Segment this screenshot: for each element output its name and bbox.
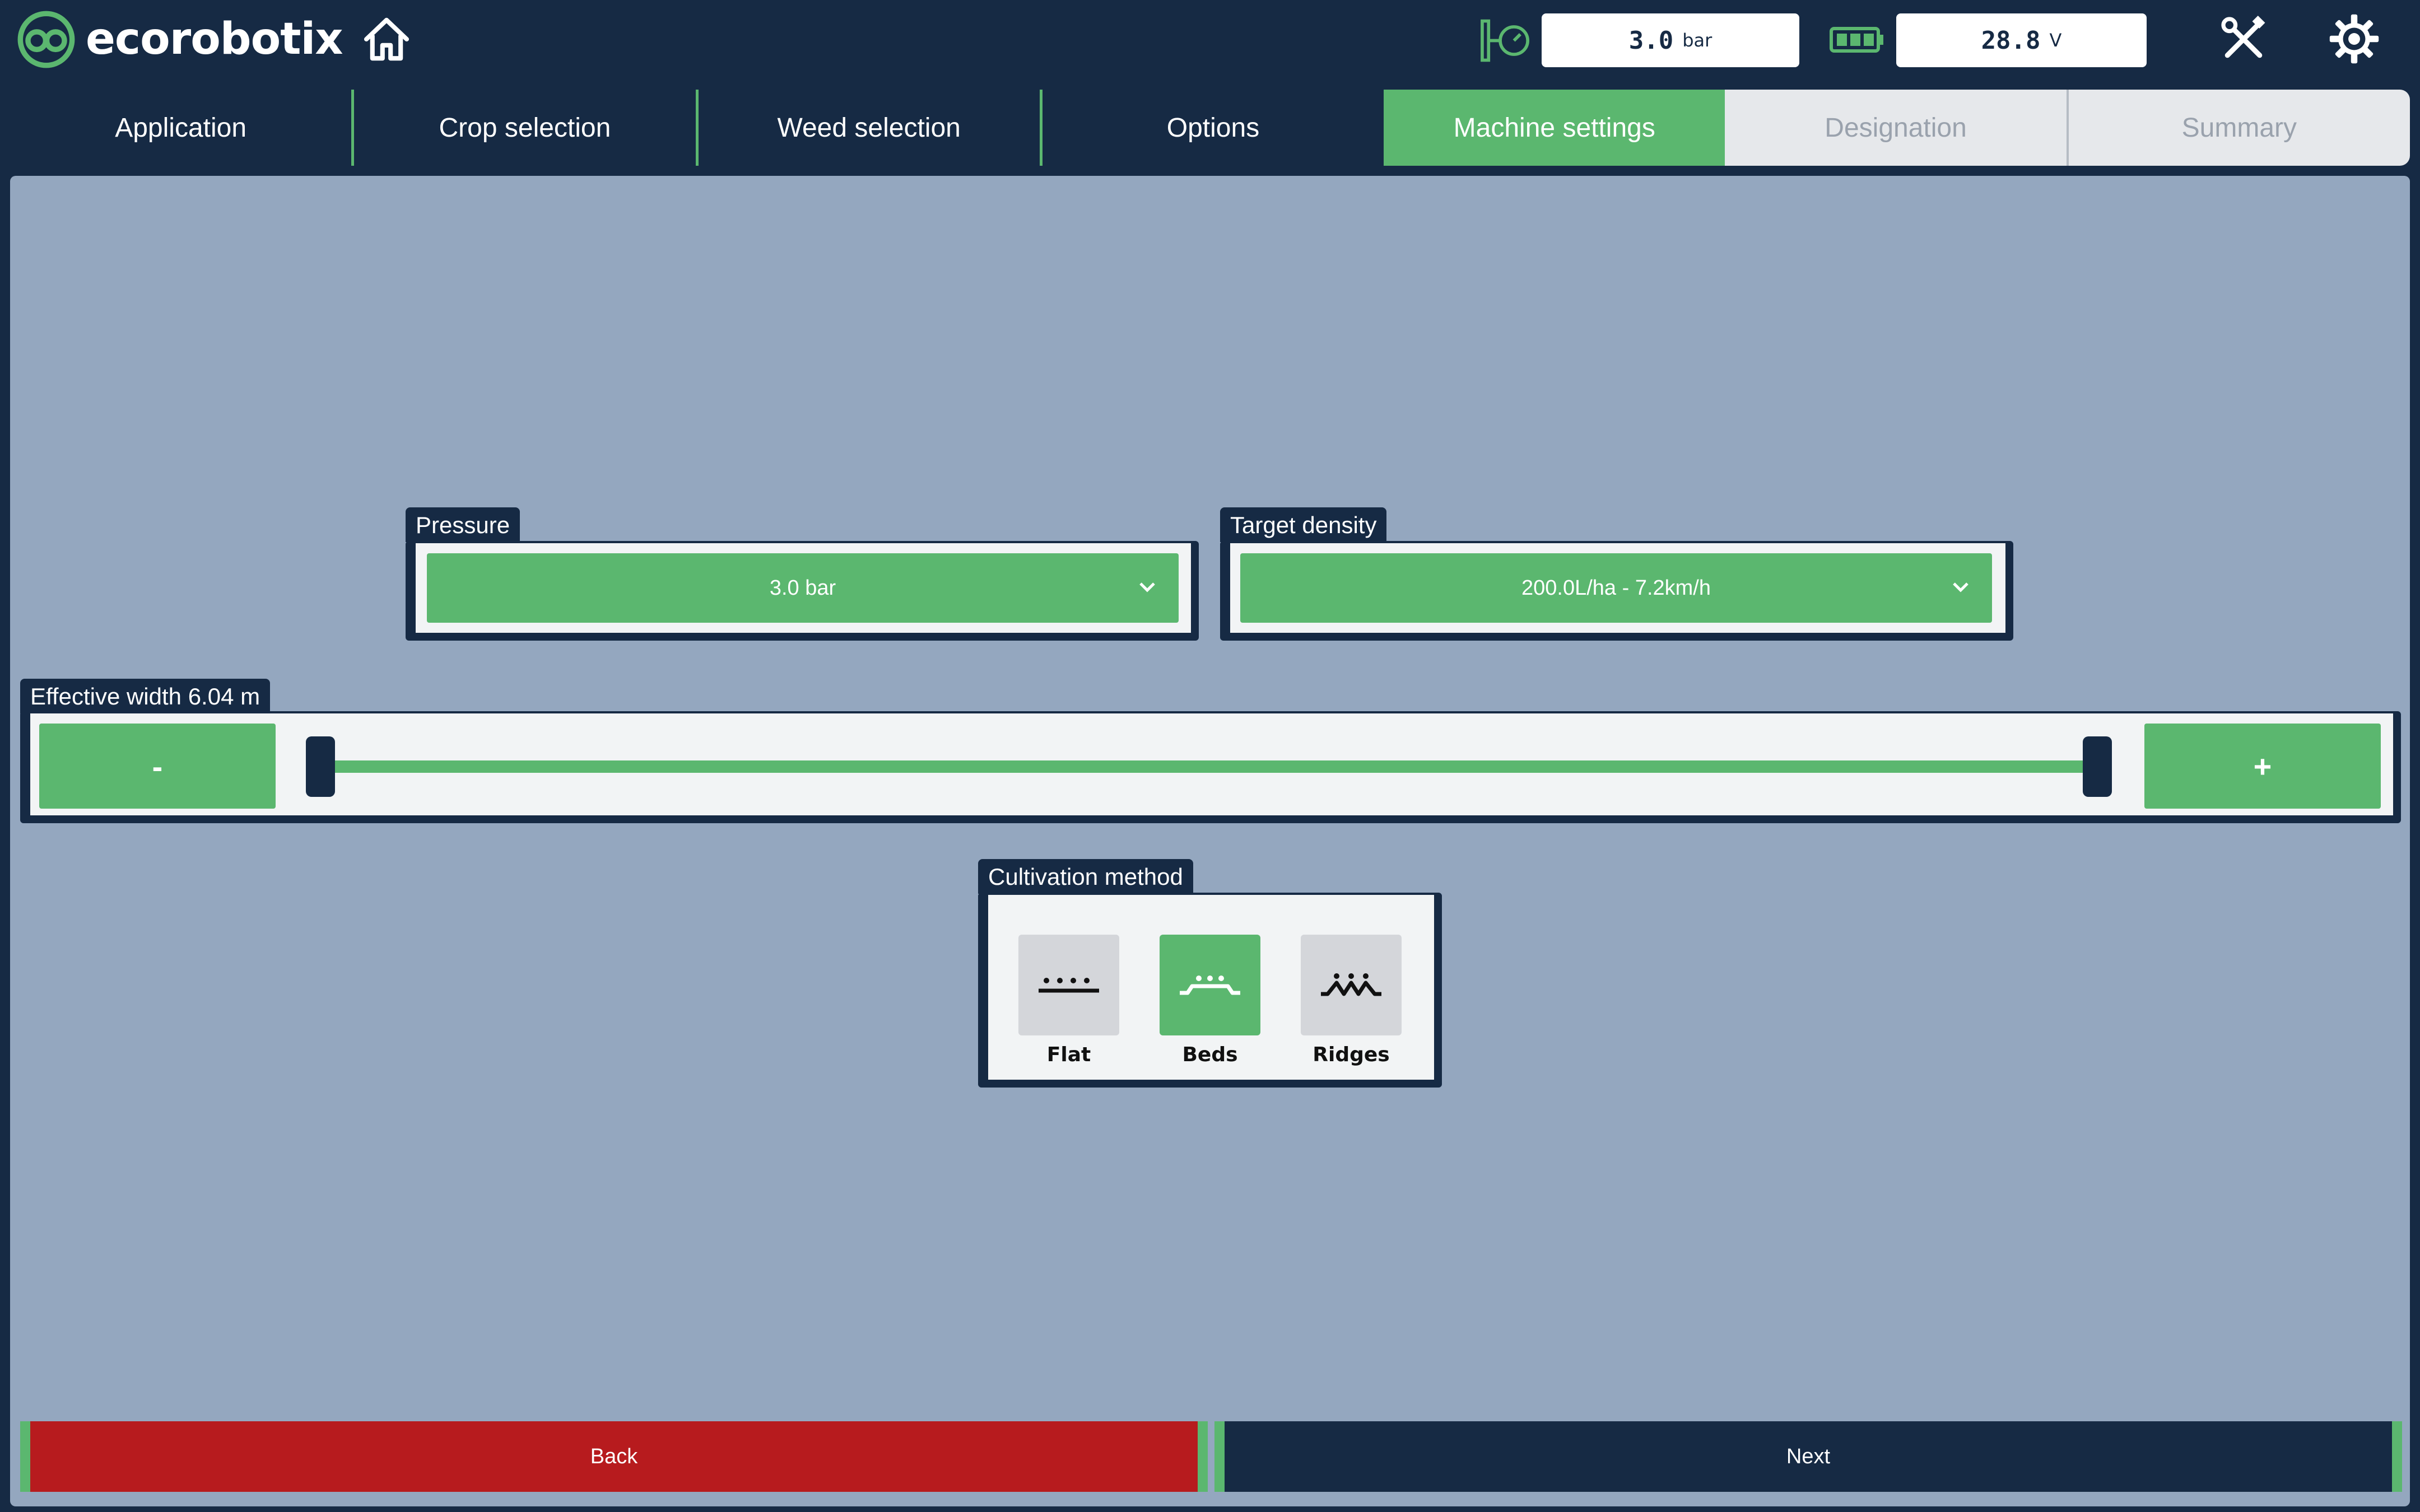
tab-summary: Summary: [2068, 90, 2410, 166]
flat-field-icon: [1039, 978, 1099, 993]
tab-label: Crop selection: [439, 113, 611, 143]
battery-icon: [1830, 27, 1883, 53]
width-range-track[interactable]: [322, 760, 2109, 773]
increase-width-button[interactable]: +: [2144, 724, 2381, 809]
cultivation-option-ridges[interactable]: Ridges: [1301, 935, 1402, 1066]
pressure-readout-unit: bar: [1682, 30, 1712, 51]
machine-settings-panel: Pressure 3.0 bar Target density 200.0L/h…: [10, 176, 2410, 1506]
tools-icon[interactable]: [2218, 14, 2269, 64]
tab-label: Application: [115, 113, 247, 143]
ecorobotix-logo-icon: [17, 11, 75, 68]
pressure-readout-value: 3.0: [1628, 26, 1674, 55]
chevron-down-icon: [1139, 582, 1155, 592]
ridges-field-icon: [1321, 973, 1381, 996]
target-density-select[interactable]: 200.0L/ha - 7.2km/h: [1240, 553, 1992, 623]
tab-machine-settings[interactable]: Machine settings: [1384, 90, 1725, 166]
pressure-readout: 3.0 bar: [1542, 13, 1799, 67]
ridges-tile[interactable]: [1301, 935, 1402, 1035]
tab-label: Designation: [1825, 113, 1967, 143]
back-button[interactable]: Back: [20, 1421, 1208, 1492]
gear-icon[interactable]: [2328, 12, 2381, 66]
width-range-handle-min[interactable]: [306, 736, 335, 797]
wizard-tabs: Application Crop selection Weed selectio…: [10, 90, 2410, 166]
tab-label: Machine settings: [1453, 113, 1655, 143]
tab-label: Weed selection: [777, 113, 961, 143]
voltage-readout: 28.8 V: [1896, 13, 2147, 67]
pressure-select[interactable]: 3.0 bar: [427, 553, 1179, 623]
chevron-down-icon: [1953, 582, 1968, 592]
pressure-selected-value: 3.0 bar: [769, 576, 836, 600]
cultivation-option-beds[interactable]: Beds: [1160, 935, 1260, 1066]
tab-options[interactable]: Options: [1042, 90, 1384, 166]
effective-width-label: Effective width 6.04 m: [20, 679, 271, 713]
tab-label: Summary: [2181, 113, 2297, 143]
tab-weed-selection[interactable]: Weed selection: [698, 90, 1043, 166]
voltage-readout-value: 28.8: [1981, 26, 2041, 55]
beds-tile[interactable]: [1160, 935, 1260, 1035]
decrease-width-button[interactable]: -: [39, 724, 276, 809]
target-density-selected-value: 200.0L/ha - 7.2km/h: [1521, 576, 1711, 600]
tab-application[interactable]: Application: [10, 90, 355, 166]
beds-field-icon: [1180, 976, 1240, 995]
cultivation-option-label: Beds: [1182, 1043, 1238, 1066]
tab-crop-selection[interactable]: Crop selection: [354, 90, 699, 166]
cultivation-option-label: Flat: [1046, 1043, 1091, 1066]
width-range-handle-max[interactable]: [2083, 736, 2112, 797]
next-button[interactable]: Next: [1214, 1421, 2402, 1492]
brand-name: ecorobotix: [86, 14, 343, 64]
voltage-readout-unit: V: [2049, 30, 2062, 51]
flat-tile[interactable]: [1018, 935, 1119, 1035]
cultivation-method-label: Cultivation method: [978, 859, 1193, 894]
tab-designation: Designation: [1725, 90, 2069, 166]
home-icon[interactable]: [361, 14, 412, 64]
target-density-label: Target density: [1220, 507, 1387, 542]
tab-label: Options: [1166, 113, 1260, 143]
cultivation-option-label: Ridges: [1313, 1043, 1390, 1066]
brand-logo: ecorobotix: [17, 11, 343, 68]
cultivation-option-flat[interactable]: Flat: [1018, 935, 1119, 1066]
pressure-label: Pressure: [406, 507, 520, 542]
pressure-gauge-icon: [1481, 19, 1529, 62]
top-bar: ecorobotix 3.0 bar 28.8 V: [0, 0, 2420, 81]
